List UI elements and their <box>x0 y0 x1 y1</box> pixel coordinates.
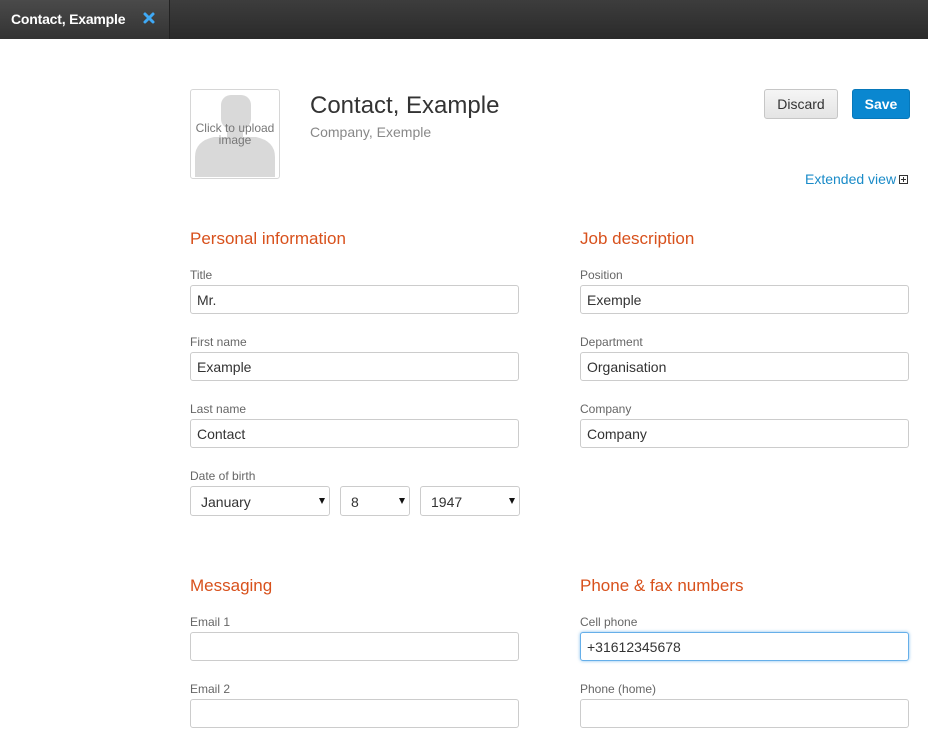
save-button[interactable]: Save <box>852 89 910 119</box>
phone-fax-heading: Phone & fax numbers <box>580 576 744 595</box>
title-input[interactable] <box>190 285 519 314</box>
home-phone-input[interactable] <box>580 699 909 728</box>
title-label: Title <box>190 268 213 282</box>
upload-image-text: Click to upload image <box>195 121 275 147</box>
cell-phone-label: Cell phone <box>580 615 638 629</box>
position-input[interactable] <box>580 285 909 314</box>
dropdown-arrow-icon <box>399 498 405 504</box>
birth-year-select[interactable]: 1947 <box>420 486 520 516</box>
contact-name-title: Contact, Example <box>310 92 500 119</box>
expand-plus-icon <box>899 175 909 184</box>
tab-contact[interactable]: Contact, Example <box>0 0 170 39</box>
first-name-label: First name <box>190 335 247 349</box>
birth-month-select[interactable]: January <box>190 486 330 516</box>
company-input[interactable] <box>580 419 909 448</box>
dropdown-arrow-icon <box>509 498 515 504</box>
email2-input[interactable] <box>190 699 519 728</box>
birth-day-select[interactable]: 8 <box>340 486 410 516</box>
birth-year-value: 1947 <box>431 494 463 510</box>
company-label: Company <box>580 402 632 416</box>
messaging-heading: Messaging <box>190 576 273 595</box>
birth-month-value: January <box>201 494 251 510</box>
extended-view-link[interactable]: Extended view <box>805 171 909 187</box>
upload-image-button[interactable]: Click to upload image <box>190 89 280 179</box>
cell-phone-input[interactable] <box>580 632 909 661</box>
extended-view-label: Extended view <box>805 171 897 187</box>
home-phone-label: Phone (home) <box>580 682 657 696</box>
discard-button[interactable]: Discard <box>764 89 838 119</box>
email1-label: Email 1 <box>190 615 231 629</box>
email1-input[interactable] <box>190 632 519 661</box>
close-icon[interactable] <box>142 11 156 25</box>
personal-information-heading: Personal information <box>190 229 346 248</box>
position-label: Position <box>580 268 623 282</box>
dropdown-arrow-icon <box>319 498 325 504</box>
contact-company-subtitle: Company, Exemple <box>310 124 432 140</box>
birth-day-value: 8 <box>351 494 359 510</box>
top-tab-bar: Contact, Example <box>0 0 928 39</box>
last-name-input[interactable] <box>190 419 519 448</box>
date-of-birth-label: Date of birth <box>190 469 256 483</box>
job-description-heading: Job description <box>580 229 695 248</box>
tab-label: Contact, Example <box>11 11 126 27</box>
department-input[interactable] <box>580 352 909 381</box>
department-label: Department <box>580 335 643 349</box>
last-name-label: Last name <box>190 402 247 416</box>
first-name-input[interactable] <box>190 352 519 381</box>
email2-label: Email 2 <box>190 682 231 696</box>
